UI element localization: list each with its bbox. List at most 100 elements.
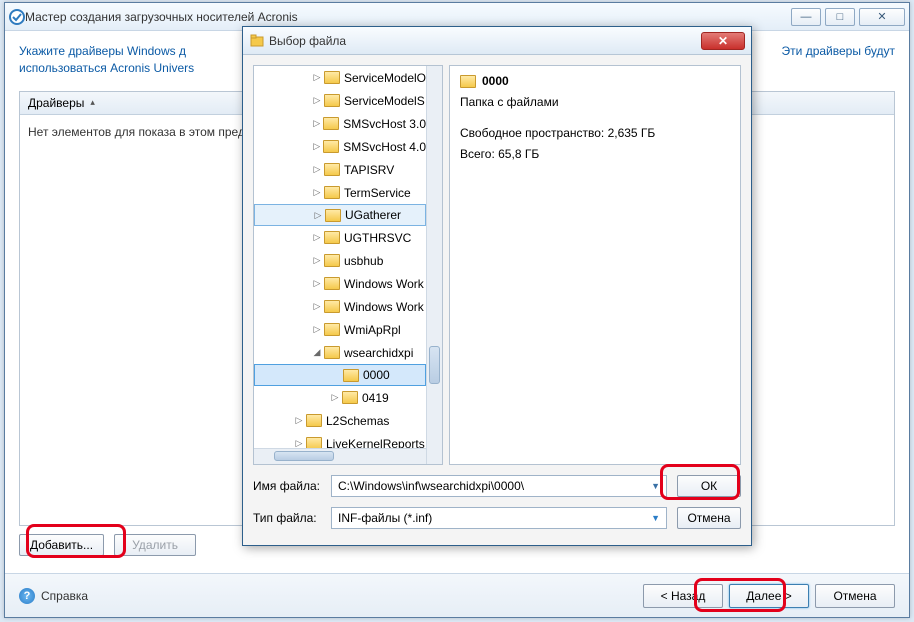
back-button[interactable]: < Назад — [643, 584, 723, 608]
info-total: Всего: 65,8 ГБ — [460, 146, 730, 163]
dropdown-icon[interactable]: ▼ — [651, 513, 660, 523]
next-button[interactable]: Далее > — [729, 584, 809, 608]
tree-item-label: ServiceModelS — [344, 94, 425, 108]
dialog-icon — [249, 33, 265, 49]
folder-icon — [342, 391, 358, 404]
instruction-suffix: Эти драйверы будут — [782, 43, 895, 60]
folder-icon — [306, 414, 322, 427]
tree-item-label: Windows Work — [344, 300, 424, 314]
tree-item-label: ServiceModelO — [344, 71, 426, 85]
dropdown-icon[interactable]: ▼ — [651, 481, 660, 491]
expand-icon[interactable]: ◢ — [312, 347, 322, 358]
expand-icon[interactable]: ▷ — [294, 438, 304, 448]
file-dialog: Выбор файла ▷ ServiceModelO ▷ ServiceModelS… — [242, 26, 752, 546]
tree-item[interactable]: ▷usbhub — [254, 249, 426, 272]
tree-item-label: LiveKernelReports — [326, 437, 425, 449]
tree-vscrollbar[interactable] — [426, 66, 442, 464]
tree-item[interactable]: ▷UGatherer — [254, 204, 426, 226]
expand-icon[interactable]: ▷ — [312, 301, 322, 312]
filetype-value: INF-файлы (*.inf) — [338, 511, 432, 525]
filetype-label: Тип файла: — [253, 511, 321, 525]
tree-item[interactable]: ▷ LiveKernelReports — [254, 432, 426, 448]
main-footer: ? Справка < Назад Далее > Отмена — [5, 573, 909, 617]
tree-item-label: SMSvcHost 3.0 — [343, 117, 426, 131]
app-icon — [9, 9, 25, 25]
tree-item[interactable]: ▷ SMSvcHost 3.0 — [254, 112, 426, 135]
maximize-button[interactable]: □ — [825, 8, 855, 26]
expand-icon[interactable]: ▷ — [312, 118, 321, 129]
tree-item[interactable]: ▷ 0419 — [254, 386, 426, 409]
expand-icon[interactable]: ▷ — [312, 164, 322, 175]
folder-icon — [324, 163, 340, 176]
expand-icon[interactable]: ▷ — [313, 210, 323, 221]
folder-icon — [324, 254, 340, 267]
instruction-prefix: Укажите драйверы Windows д — [19, 44, 186, 58]
folder-icon — [460, 75, 476, 88]
tree-item[interactable]: ▷ SMSvcHost 4.0 — [254, 135, 426, 158]
folder-icon — [324, 186, 340, 199]
tree-item-label: Windows Work — [344, 277, 424, 291]
dialog-cancel-button[interactable]: Отмена — [677, 507, 741, 529]
tree-item-label: WmiApRpl — [344, 323, 401, 337]
remove-button: Удалить — [114, 534, 196, 556]
tree-item[interactable]: ▷ WmiApRpl — [254, 318, 426, 341]
folder-tree[interactable]: ▷ ServiceModelO ▷ ServiceModelS ▷ SMSvcHost 3… — [253, 65, 443, 465]
expand-icon[interactable]: ▷ — [294, 415, 304, 426]
tree-item[interactable]: ▷ Windows Work — [254, 272, 426, 295]
expand-icon[interactable]: ▷ — [312, 72, 322, 83]
filetype-select[interactable]: INF-файлы (*.inf) ▼ — [331, 507, 667, 529]
expand-icon[interactable]: ▷ — [312, 95, 322, 106]
empty-message: Нет элементов для показа в этом пред — [28, 125, 245, 139]
folder-icon — [324, 94, 340, 107]
add-button[interactable]: Добавить... — [19, 534, 104, 556]
filename-label: Имя файла: — [253, 479, 321, 493]
tree-item-label: UGTHRSVC — [344, 231, 411, 245]
filename-field[interactable] — [338, 479, 647, 493]
info-desc: Папка с файлами — [460, 94, 730, 111]
help-link[interactable]: ? Справка — [19, 588, 88, 604]
expand-icon[interactable]: ▷ — [312, 278, 322, 289]
expand-icon[interactable]: ▷ — [330, 392, 340, 403]
folder-icon — [324, 71, 340, 84]
expand-icon[interactable]: ▷ — [312, 187, 322, 198]
expand-icon[interactable]: ▷ — [312, 255, 322, 266]
folder-icon — [323, 140, 339, 153]
help-icon: ? — [19, 588, 35, 604]
help-label: Справка — [41, 589, 88, 603]
info-pane: 0000 Папка с файлами Свободное пространс… — [449, 65, 741, 465]
dialog-titlebar[interactable]: Выбор файла — [243, 27, 751, 55]
instruction-line2: использоваться Acronis Univers — [19, 61, 194, 75]
sort-arrow-icon: ▴ — [90, 97, 95, 108]
folder-icon — [343, 369, 359, 382]
folder-icon — [324, 231, 340, 244]
filename-input[interactable]: ▼ — [331, 475, 667, 497]
info-folder-name: 0000 — [482, 74, 509, 88]
folder-icon — [325, 209, 341, 222]
close-button[interactable]: ✕ — [859, 8, 905, 26]
tree-item-label: SMSvcHost 4.0 — [343, 140, 426, 154]
tree-item-label: 0419 — [362, 391, 389, 405]
drivers-header-label: Драйверы — [28, 96, 84, 110]
tree-item[interactable]: 0000 — [254, 364, 426, 386]
tree-item[interactable]: ▷TermService — [254, 181, 426, 204]
tree-item[interactable]: ◢ wsearchidxpi — [254, 341, 426, 364]
ok-button[interactable]: ОК — [677, 475, 741, 497]
cancel-button[interactable]: Отмена — [815, 584, 895, 608]
tree-item[interactable]: ▷L2Schemas — [254, 409, 426, 432]
minimize-button[interactable]: — — [791, 8, 821, 26]
info-free: Свободное пространство: 2,635 ГБ — [460, 125, 730, 142]
tree-item-label: TAPISRV — [344, 163, 394, 177]
expand-icon[interactable]: ▷ — [312, 232, 322, 243]
tree-item[interactable]: ▷ ServiceModelS — [254, 89, 426, 112]
dialog-close-button[interactable] — [701, 32, 745, 50]
folder-icon — [324, 346, 340, 359]
tree-item[interactable]: ▷ ServiceModelO — [254, 66, 426, 89]
folder-icon — [324, 277, 340, 290]
tree-hscrollbar[interactable] — [254, 448, 426, 464]
tree-item[interactable]: ▷ Windows Work — [254, 295, 426, 318]
tree-item[interactable]: ▷ TAPISRV — [254, 158, 426, 181]
expand-icon[interactable]: ▷ — [312, 324, 322, 335]
tree-item-label: wsearchidxpi — [344, 346, 413, 360]
tree-item[interactable]: ▷ UGTHRSVC — [254, 226, 426, 249]
expand-icon[interactable]: ▷ — [312, 141, 321, 152]
